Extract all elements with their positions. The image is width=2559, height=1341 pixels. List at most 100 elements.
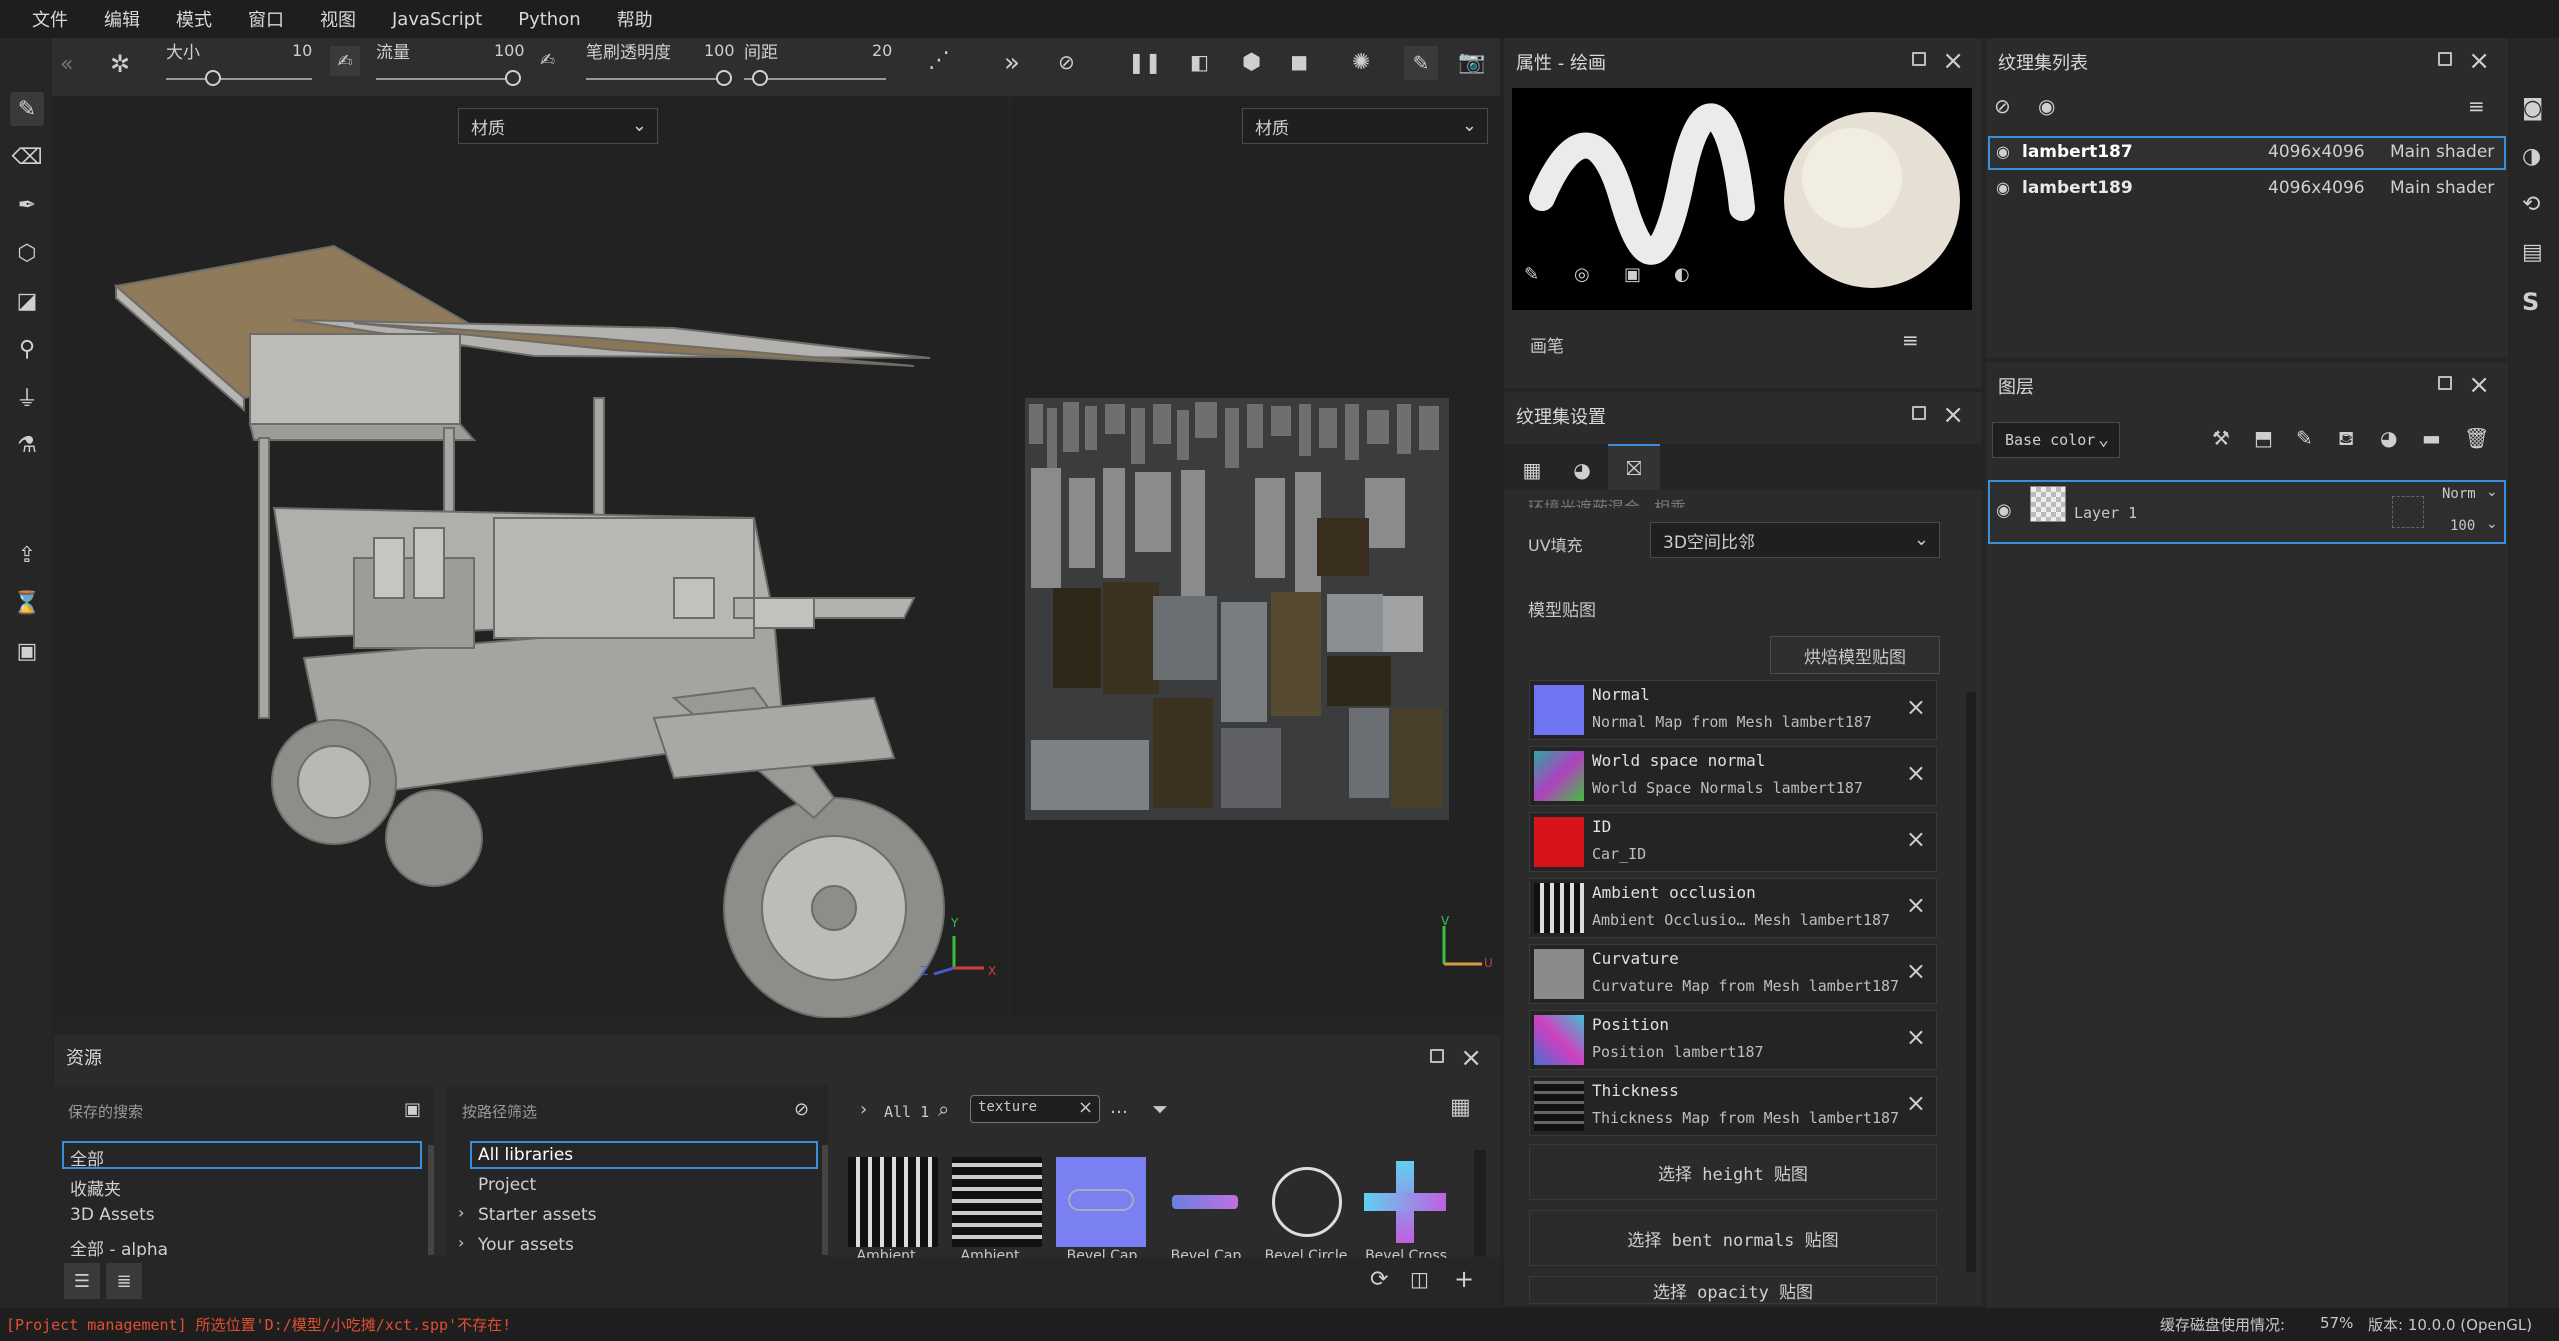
left-list-scrollbar[interactable] xyxy=(428,1145,434,1255)
close-icon[interactable]: × xyxy=(1942,46,1964,76)
menu-javascript[interactable]: JavaScript xyxy=(374,9,500,30)
close-icon[interactable]: × xyxy=(1906,693,1926,721)
material-dropdown-3d[interactable]: 材质 ⌄ xyxy=(458,108,658,144)
detail-view-icon[interactable]: ≣ xyxy=(106,1263,142,1299)
mesh-map-thickness[interactable]: Thickness Thickness Map from Mesh lambert… xyxy=(1529,1076,1937,1136)
saved-search-3d-assets[interactable]: 3D Assets xyxy=(70,1205,155,1225)
history-icon[interactable]: ⟲ xyxy=(2522,192,2540,217)
brush-preset-icon[interactable]: ✲ xyxy=(110,50,130,78)
close-icon[interactable]: × xyxy=(1906,957,1926,985)
geometry-fill-icon[interactable]: ⬡ xyxy=(10,236,44,270)
grid-view-icon[interactable]: ▦ xyxy=(1450,1095,1471,1120)
display-settings-icon[interactable]: ◑ xyxy=(2522,144,2541,169)
uv-padding-dropdown[interactable]: 3D空间比邻 ⌄ xyxy=(1650,522,1940,558)
size-value[interactable]: 10 xyxy=(292,41,312,60)
clear-search-icon[interactable]: × xyxy=(1078,1097,1093,1118)
opacity-value[interactable]: 100 xyxy=(704,41,735,60)
polygon-fill-icon[interactable]: ◪ xyxy=(10,284,44,318)
projection-icon[interactable]: ✒ xyxy=(10,188,44,222)
mesh-map-id[interactable]: ID Car_ID × xyxy=(1529,812,1937,872)
eye-icon[interactable]: ◉ xyxy=(1996,142,2010,161)
add-paint-layer-icon[interactable]: ✎ xyxy=(2296,426,2313,450)
menu-window[interactable]: 窗口 xyxy=(230,6,302,32)
close-icon[interactable]: × xyxy=(1906,891,1926,919)
thumbs-scrollbar[interactable] xyxy=(1474,1150,1486,1260)
float-icon[interactable] xyxy=(2438,376,2452,390)
close-icon[interactable]: × xyxy=(2468,46,2490,76)
camera-icon[interactable]: ◙ xyxy=(2522,96,2543,121)
menu-edit[interactable]: 编辑 xyxy=(86,6,158,32)
mesh-map-ambient-occlusion[interactable]: Ambient occlusion Ambient Occlusio… Mesh … xyxy=(1529,878,1937,938)
mesh-map-world-space-normal[interactable]: World space normal World Space Normals la… xyxy=(1529,746,1937,806)
asset-thumb-ambient-2[interactable] xyxy=(952,1157,1042,1247)
substance-icon[interactable]: S xyxy=(2522,288,2539,316)
viewport-2d[interactable]: 材质 ⌄ V U xyxy=(1012,98,1502,1018)
close-icon[interactable]: × xyxy=(1906,1089,1926,1117)
add-mask-icon[interactable]: ⬒ xyxy=(2254,426,2273,450)
saved-search-favorites[interactable]: 收藏夹 xyxy=(70,1175,121,1200)
library-all[interactable]: All libraries xyxy=(478,1145,573,1165)
saved-search-all[interactable]: 全部 xyxy=(70,1145,104,1170)
float-icon[interactable] xyxy=(2438,52,2452,66)
menu-python[interactable]: Python xyxy=(500,9,598,30)
paint-mode-icon[interactable]: ✎ xyxy=(1404,46,1438,80)
brush-tab-icon[interactable]: ✎ xyxy=(1524,264,1539,285)
menu-mode[interactable]: 模式 xyxy=(158,6,230,32)
asset-thumb-bevel-cross[interactable] xyxy=(1360,1157,1450,1247)
library-project[interactable]: Project xyxy=(478,1175,536,1195)
breadcrumb[interactable]: All 1 xyxy=(884,1103,929,1121)
asset-thumb-bevel-cap-normal[interactable] xyxy=(1056,1157,1146,1247)
add-folder-icon[interactable]: ▬ xyxy=(2422,426,2441,450)
particle-brush-icon[interactable]: ✺ xyxy=(1352,50,1370,75)
library-your-assets[interactable]: Your assets xyxy=(478,1235,574,1255)
shader-tab-icon[interactable]: ◕ xyxy=(1562,450,1602,490)
add-effect-icon[interactable]: ⚒ xyxy=(2212,426,2230,450)
flow-slider-handle[interactable] xyxy=(505,70,521,86)
layer-name[interactable]: Layer 1 xyxy=(2074,504,2137,522)
flow-value[interactable]: 100 xyxy=(494,41,525,60)
close-icon[interactable]: × xyxy=(2468,370,2490,400)
menu-file[interactable]: 文件 xyxy=(14,6,86,32)
texset-tab-icon[interactable]: ▦ xyxy=(1512,450,1552,490)
layer-opacity[interactable]: 100 xyxy=(2450,518,2475,534)
filter-icon[interactable]: ⏷ xyxy=(1152,1097,1168,1121)
pressure-size-icon[interactable]: ✍ xyxy=(330,46,360,76)
settings-scrollbar[interactable] xyxy=(1966,692,1976,1272)
chevron-right-icon[interactable]: › xyxy=(860,1099,867,1120)
expand-toolbar-icon[interactable]: » xyxy=(1004,48,1020,78)
hide-all-icon[interactable]: ⊘ xyxy=(1994,94,2011,118)
flow-slider-track[interactable] xyxy=(376,78,518,80)
close-icon[interactable]: × xyxy=(1906,825,1926,853)
close-icon[interactable]: × xyxy=(1942,400,1964,430)
menu-view[interactable]: 视图 xyxy=(302,6,374,32)
float-icon[interactable] xyxy=(1430,1049,1444,1063)
eye-icon[interactable]: ◉ xyxy=(1996,178,2010,197)
channel-dropdown[interactable]: Base color ⌄ xyxy=(1992,422,2120,458)
float-icon[interactable] xyxy=(1912,406,1926,420)
export-icon[interactable]: ⇪ xyxy=(10,538,44,572)
camera-icon[interactable]: ◼ xyxy=(1290,50,1308,75)
hide-selection-icon[interactable]: ⊘ xyxy=(1058,50,1075,74)
paint-brush-icon[interactable]: ✎ xyxy=(10,92,44,126)
close-icon[interactable]: × xyxy=(1906,759,1926,787)
material-dropdown-2d[interactable]: 材质 ⌄ xyxy=(1242,108,1488,144)
pressure-flow-icon[interactable]: ✍ xyxy=(540,50,555,71)
save-icon[interactable]: ▣ xyxy=(404,1099,421,1120)
blend-mode-dropdown[interactable]: Norm xyxy=(2442,486,2476,502)
list-options-icon[interactable]: ≡ xyxy=(2468,94,2485,118)
close-icon[interactable]: × xyxy=(1906,1023,1926,1051)
opacity-slider-track[interactable] xyxy=(586,78,728,80)
texset-name[interactable]: lambert189 xyxy=(2022,178,2133,198)
select-opacity-button[interactable]: 选择 opacity 贴图 xyxy=(1529,1276,1937,1304)
bake-mesh-maps-button[interactable]: 烘焙模型贴图 xyxy=(1770,636,1940,674)
display-cube-icon[interactable]: ⬢ xyxy=(1242,50,1261,75)
eye-icon[interactable]: ◉ xyxy=(1996,500,2012,521)
mesh-map-curvature[interactable]: Curvature Curvature Map from Mesh lambert… xyxy=(1529,944,1937,1004)
symmetry-icon[interactable]: ◧ xyxy=(1190,50,1209,74)
asset-thumb-bevel-cap[interactable] xyxy=(1160,1157,1250,1247)
import-icon[interactable]: ◫ xyxy=(1410,1267,1429,1291)
close-icon[interactable]: × xyxy=(1460,1043,1482,1073)
eye-icon[interactable]: ◉ xyxy=(2038,94,2055,118)
lazy-mouse-icon[interactable]: ⋰ xyxy=(928,48,950,73)
float-icon[interactable] xyxy=(1912,52,1926,66)
